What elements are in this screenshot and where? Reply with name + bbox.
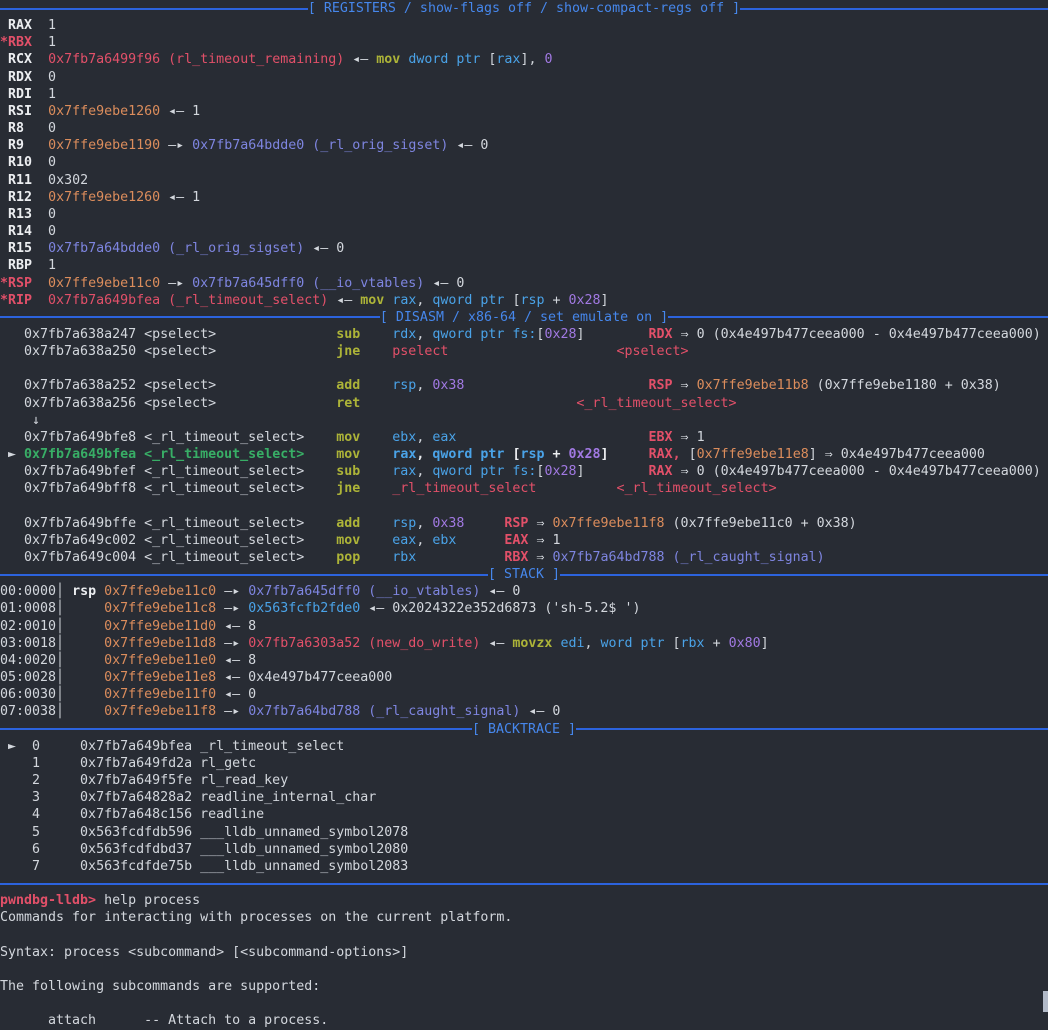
disasm-row: 0x7fb7a649bfe8 <_rl_timeout_select> mov … bbox=[0, 429, 1048, 446]
stack-row: 07:0038│ 0x7ffe9ebe11f8 —▸ 0x7fb7a64bd78… bbox=[0, 703, 1048, 720]
divider-line bbox=[668, 316, 1048, 318]
divider-line bbox=[0, 728, 472, 730]
backtrace-row: 2 0x7fb7a649f5fe rl_read_key bbox=[0, 772, 1048, 789]
disasm-row: 0x7fb7a649bff8 <_rl_timeout_select> jne … bbox=[0, 480, 1048, 497]
output-divider bbox=[0, 875, 1048, 892]
help-output-line: Syntax: process <subcommand> [<subcomman… bbox=[0, 944, 1048, 961]
blank-line bbox=[0, 498, 1048, 515]
disasm-row: 0x7fb7a638a252 <pselect> add rsp, 0x38 R… bbox=[0, 377, 1048, 394]
disasm-row: 0x7fb7a649bfef <_rl_timeout_select> sub … bbox=[0, 463, 1048, 480]
register-row-r9: R9 0x7ffe9ebe1190 —▸ 0x7fb7a64bdde0 (_rl… bbox=[0, 137, 1048, 154]
disasm-row: 0x7fb7a649c004 <_rl_timeout_select> pop … bbox=[0, 549, 1048, 566]
divider-line bbox=[0, 316, 380, 318]
registers-header: [ REGISTERS / show-flags off / show-comp… bbox=[0, 0, 1048, 17]
register-row-r15: R15 0x7fb7a64bdde0 (_rl_orig_sigset) ◂— … bbox=[0, 240, 1048, 257]
prompt-line[interactable]: pwndbg-lldb> help process bbox=[0, 892, 1048, 909]
blank-line bbox=[0, 995, 1048, 1012]
divider-line bbox=[0, 8, 308, 10]
debugger-terminal: [ REGISTERS / show-flags off / show-comp… bbox=[0, 0, 1048, 1030]
help-output-line: attach -- Attach to a process. bbox=[0, 1012, 1048, 1029]
backtrace-row: 5 0x563fcdfdb596 ___lldb_unnamed_symbol2… bbox=[0, 824, 1048, 841]
register-row-rdi: RDI 1 bbox=[0, 86, 1048, 103]
backtrace-row: 3 0x7fb7a64828a2 readline_internal_char bbox=[0, 789, 1048, 806]
stack-row: 04:0020│ 0x7ffe9ebe11e0 ◂— 8 bbox=[0, 652, 1048, 669]
register-row-rsp: *RSP 0x7ffe9ebe11c0 —▸ 0x7fb7a645dff0 (_… bbox=[0, 275, 1048, 292]
backtrace-row: 1 0x7fb7a649fd2a rl_getc bbox=[0, 755, 1048, 772]
register-row-r12: R12 0x7ffe9ebe1260 ◂— 1 bbox=[0, 189, 1048, 206]
register-row-rsi: RSI 0x7ffe9ebe1260 ◂— 1 bbox=[0, 103, 1048, 120]
register-row-rbp: RBP 1 bbox=[0, 257, 1048, 274]
stack-row: 06:0030│ 0x7ffe9ebe11f0 ◂— 0 bbox=[0, 686, 1048, 703]
disasm-row: 0x7fb7a638a250 <pselect> jne pselect <ps… bbox=[0, 343, 1048, 360]
register-row-rcx: RCX 0x7fb7a6499f96 (rl_timeout_remaining… bbox=[0, 51, 1048, 68]
disasm-row: 0x7fb7a649c002 <_rl_timeout_select> mov … bbox=[0, 532, 1048, 549]
register-row-rbx: *RBX 1 bbox=[0, 34, 1048, 51]
disasm-row: 0x7fb7a649bffe <_rl_timeout_select> add … bbox=[0, 515, 1048, 532]
stack-row: 00:0000│ rsp 0x7ffe9ebe11c0 —▸ 0x7fb7a64… bbox=[0, 583, 1048, 600]
backtrace-row: 6 0x563fcdfdbd37 ___lldb_unnamed_symbol2… bbox=[0, 841, 1048, 858]
divider-line bbox=[576, 728, 1048, 730]
register-row-rax: RAX 1 bbox=[0, 17, 1048, 34]
stack-header: [ STACK ] bbox=[0, 566, 1048, 583]
register-row-r11: R11 0x302 bbox=[0, 172, 1048, 189]
disasm-flow-arrow: ↓ bbox=[0, 412, 1048, 429]
blank-line bbox=[0, 926, 1048, 943]
backtrace-row: 4 0x7fb7a648c156 readline bbox=[0, 806, 1048, 823]
blank-line bbox=[0, 360, 1048, 377]
divider-line bbox=[740, 8, 1048, 10]
register-row-r8: R8 0 bbox=[0, 120, 1048, 137]
disasm-row-current: ► 0x7fb7a649bfea <_rl_timeout_select> mo… bbox=[0, 446, 1048, 463]
section-title: [ BACKTRACE ] bbox=[472, 721, 576, 738]
help-output-line: The following subcommands are supported: bbox=[0, 978, 1048, 995]
backtrace-row: 7 0x563fcdfde75b ___lldb_unnamed_symbol2… bbox=[0, 858, 1048, 875]
disasm-row: 0x7fb7a638a256 <pselect> ret <_rl_timeou… bbox=[0, 395, 1048, 412]
register-row-rdx: RDX 0 bbox=[0, 69, 1048, 86]
disasm-row: 0x7fb7a638a247 <pselect> sub rdx, qword … bbox=[0, 326, 1048, 343]
scrollbar-thumb[interactable] bbox=[1043, 991, 1048, 1012]
section-title: [ DISASM / x86-64 / set emulate on ] bbox=[380, 309, 668, 326]
section-title: [ REGISTERS / show-flags off / show-comp… bbox=[308, 0, 740, 17]
divider-line bbox=[0, 574, 488, 576]
register-row-rip: *RIP 0x7fb7a649bfea (_rl_timeout_select)… bbox=[0, 292, 1048, 309]
divider-line bbox=[560, 574, 1048, 576]
blank-line bbox=[0, 961, 1048, 978]
register-row-r13: R13 0 bbox=[0, 206, 1048, 223]
stack-row: 05:0028│ 0x7ffe9ebe11e8 ◂— 0x4e497b477ce… bbox=[0, 669, 1048, 686]
section-title: [ STACK ] bbox=[488, 566, 560, 583]
disasm-header: [ DISASM / x86-64 / set emulate on ] bbox=[0, 309, 1048, 326]
backtrace-row-current: ► 0 0x7fb7a649bfea _rl_timeout_select bbox=[0, 738, 1048, 755]
stack-row: 01:0008│ 0x7ffe9ebe11c8 —▸ 0x563fcfb2fde… bbox=[0, 600, 1048, 617]
backtrace-header: [ BACKTRACE ] bbox=[0, 721, 1048, 738]
help-output-line: Commands for interacting with processes … bbox=[0, 909, 1048, 926]
register-row-r14: R14 0 bbox=[0, 223, 1048, 240]
stack-row: 02:0010│ 0x7ffe9ebe11d0 ◂— 8 bbox=[0, 618, 1048, 635]
register-row-r10: R10 0 bbox=[0, 154, 1048, 171]
stack-row: 03:0018│ 0x7ffe9ebe11d8 —▸ 0x7fb7a6303a5… bbox=[0, 635, 1048, 652]
